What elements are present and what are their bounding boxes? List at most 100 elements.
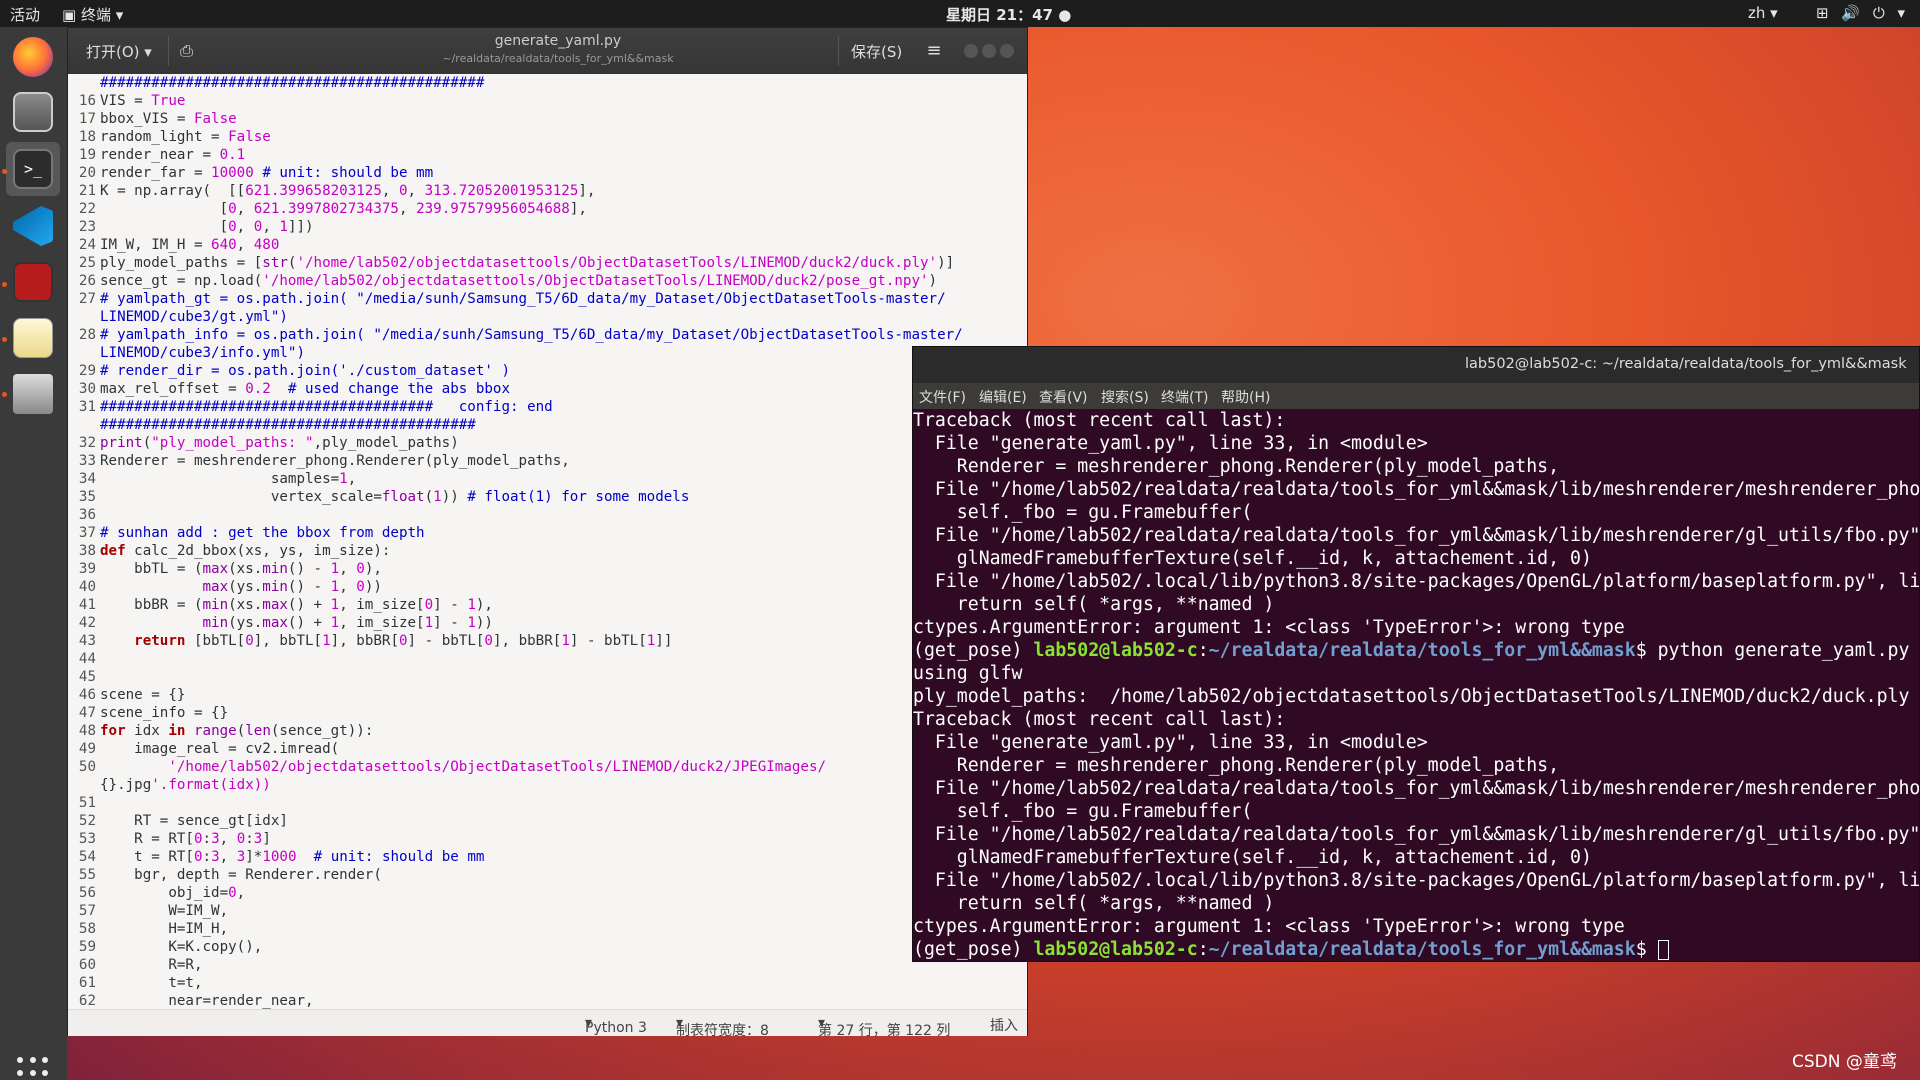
- code-line: 16 VIS = True: [68, 92, 1027, 110]
- dock-screen-recorder[interactable]: [6, 255, 60, 309]
- watermark: CSDN @童鸢: [1792, 1052, 1897, 1072]
- menu-file[interactable]: 文件(F): [919, 387, 966, 407]
- code-text: max_rel_offset = 0.2 # used change the a…: [100, 381, 511, 397]
- code-text: # sunhan add : get the bbox from depth: [100, 525, 425, 541]
- code-text: render_near = 0.1: [100, 147, 246, 163]
- dock-text-editor[interactable]: [6, 311, 60, 365]
- line-number: 43: [78, 633, 96, 649]
- line-number: 57: [78, 903, 96, 919]
- prompt-segment: $ python generate_yaml.py: [1635, 640, 1910, 661]
- line-number: 21: [78, 183, 96, 199]
- code-line: 62 near=render_near,: [68, 992, 1027, 1009]
- dock-files[interactable]: [6, 85, 60, 139]
- close-button[interactable]: [1000, 44, 1014, 58]
- system-tray[interactable]: ⊞ 🔊 ⏻ ▾: [1816, 4, 1913, 22]
- terminal-app-icon: ▣: [62, 6, 77, 24]
- prompt-segment: (get_pose): [913, 939, 1034, 960]
- output-line: Traceback (most recent call last):: [913, 410, 1286, 431]
- language-selector[interactable]: Python 3 ▾: [585, 1015, 647, 1036]
- open-button[interactable]: 打开(O) ▾: [76, 36, 162, 66]
- line-number: [68, 74, 100, 92]
- code-line: 56 obj_id=0,: [68, 884, 1027, 902]
- output-line: Traceback (most recent call last):: [913, 709, 1286, 730]
- tab-width-selector[interactable]: 制表符宽度：8 ▾: [676, 1015, 769, 1039]
- code-text: '/home/lab502/objectdatasettools/ObjectD…: [168, 759, 827, 775]
- prompt-segment: :: [1197, 640, 1209, 661]
- menu-help[interactable]: 帮助(H): [1221, 387, 1270, 407]
- power-icon: ⏻: [1872, 4, 1885, 22]
- line-number: 33: [78, 453, 96, 469]
- code-line: 37 # sunhan add : get the bbox from depth: [68, 524, 1027, 542]
- dock-terminal[interactable]: >_: [6, 142, 60, 196]
- code-text: bbBR = (min(xs.max() + 1, im_size[0] - 1…: [100, 597, 493, 613]
- code-text: ########################################…: [100, 75, 485, 91]
- code-text: t=t,: [100, 975, 203, 991]
- dock-printer[interactable]: [6, 367, 60, 421]
- code-line: 45: [68, 668, 1027, 686]
- code-line: 18 random_light = False: [68, 128, 1027, 146]
- output-line: ply_model_paths: /home/lab502/objectdata…: [913, 686, 1910, 707]
- dock-vscode[interactable]: [6, 199, 60, 253]
- code-text: H=IM_H,: [100, 921, 229, 937]
- line-number: 18: [78, 129, 96, 145]
- clock-label: 星期日 21：47: [946, 6, 1053, 24]
- menu-terminal[interactable]: 终端(T): [1161, 387, 1208, 407]
- clock[interactable]: 星期日 21：47 ●: [946, 4, 1071, 25]
- save-button[interactable]: 保存(S): [838, 36, 914, 66]
- code-line: 49 image_real = cv2.imread(: [68, 740, 1027, 758]
- maximize-button[interactable]: [982, 44, 996, 58]
- hamburger-menu-icon[interactable]: ≡: [916, 36, 952, 66]
- code-line: ########################################…: [68, 74, 1027, 92]
- code-line: 36: [68, 506, 1027, 524]
- output-line: File "/home/lab502/realdata/realdata/too…: [913, 525, 1919, 546]
- line-number: 58: [78, 921, 96, 937]
- menu-search[interactable]: 搜索(S): [1101, 387, 1149, 407]
- activities-button[interactable]: 活动: [10, 4, 40, 25]
- code-line: 59 K=K.copy(),: [68, 938, 1027, 956]
- vscode-icon: [13, 206, 53, 246]
- code-line: 46 scene = {}: [68, 686, 1027, 704]
- code-line: 55 bgr, depth = Renderer.render(: [68, 866, 1027, 884]
- dock-firefox[interactable]: [6, 30, 60, 84]
- code-text: IM_W, IM_H = 640, 480: [100, 237, 280, 253]
- code-line: 35 vertex_scale=float(1)) # float(1) for…: [68, 488, 1027, 506]
- terminal-output[interactable]: Traceback (most recent call last): File …: [913, 409, 1919, 961]
- minimize-button[interactable]: [964, 44, 978, 58]
- code-text: W=IM_W,: [100, 903, 229, 919]
- code-line: 25 ply_model_paths = [str('/home/lab502/o…: [68, 254, 1027, 272]
- code-editor[interactable]: ########################################…: [68, 74, 1027, 1009]
- line-number: 40: [78, 579, 96, 595]
- code-text: obj_id=0,: [100, 885, 246, 901]
- cursor-position[interactable]: 第 27 行，第 122 列 ▾: [818, 1015, 950, 1039]
- terminal-titlebar[interactable]: lab502@lab502-c: ~/realdata/realdata/too…: [913, 347, 1919, 383]
- line-number: 49: [78, 741, 96, 757]
- line-number: 47: [78, 705, 96, 721]
- code-line: 43 return [bbTL[0], bbTL[1], bbBR[0] - b…: [68, 632, 1027, 650]
- code-line: 60 R=R,: [68, 956, 1027, 974]
- code-line: 21 K = np.array( [[621.399658203125, 0, 3…: [68, 182, 1027, 200]
- output-line: glNamedFramebufferTexture(self.__id, k, …: [913, 548, 1592, 569]
- code-line: 58 H=IM_H,: [68, 920, 1027, 938]
- menu-view[interactable]: 查看(V): [1039, 387, 1088, 407]
- code-text: sence_gt = np.load('/home/lab502/objectd…: [100, 273, 938, 289]
- menu-edit[interactable]: 编辑(E): [979, 387, 1027, 407]
- new-document-button[interactable]: ⎙: [168, 36, 204, 66]
- output-line: File "generate_yaml.py", line 33, in <mo…: [913, 433, 1428, 454]
- line-number: 35: [78, 489, 96, 505]
- output-line: self._fbo = gu.Framebuffer(: [913, 502, 1253, 523]
- code-text: {}.jpg'.format(idx)): [100, 777, 271, 793]
- code-text: samples=1,: [100, 471, 357, 487]
- line-number: 16: [78, 93, 96, 109]
- app-menu[interactable]: ▣ 终端 ▾: [62, 4, 123, 25]
- recorder-icon: [13, 262, 53, 302]
- prompt-segment: $: [1635, 939, 1658, 960]
- code-line: 53 R = RT[0:3, 0:3]: [68, 830, 1027, 848]
- input-method-menu[interactable]: zh ▾: [1748, 4, 1778, 22]
- show-applications-button[interactable]: [17, 1057, 49, 1080]
- code-text: # yamlpath_gt = os.path.join( "/media/su…: [100, 291, 946, 307]
- gedit-statusbar: Python 3 ▾ 制表符宽度：8 ▾ 第 27 行，第 122 列 ▾ 插入: [68, 1009, 1027, 1039]
- code-line: 28 # yamlpath_info = os.path.join( "/medi…: [68, 326, 1027, 344]
- code-line: 17 bbox_VIS = False: [68, 110, 1027, 128]
- new-document-icon: ⎙: [180, 41, 193, 60]
- code-text: return [bbTL[0], bbTL[1], bbBR[0] - bbTL…: [134, 633, 673, 649]
